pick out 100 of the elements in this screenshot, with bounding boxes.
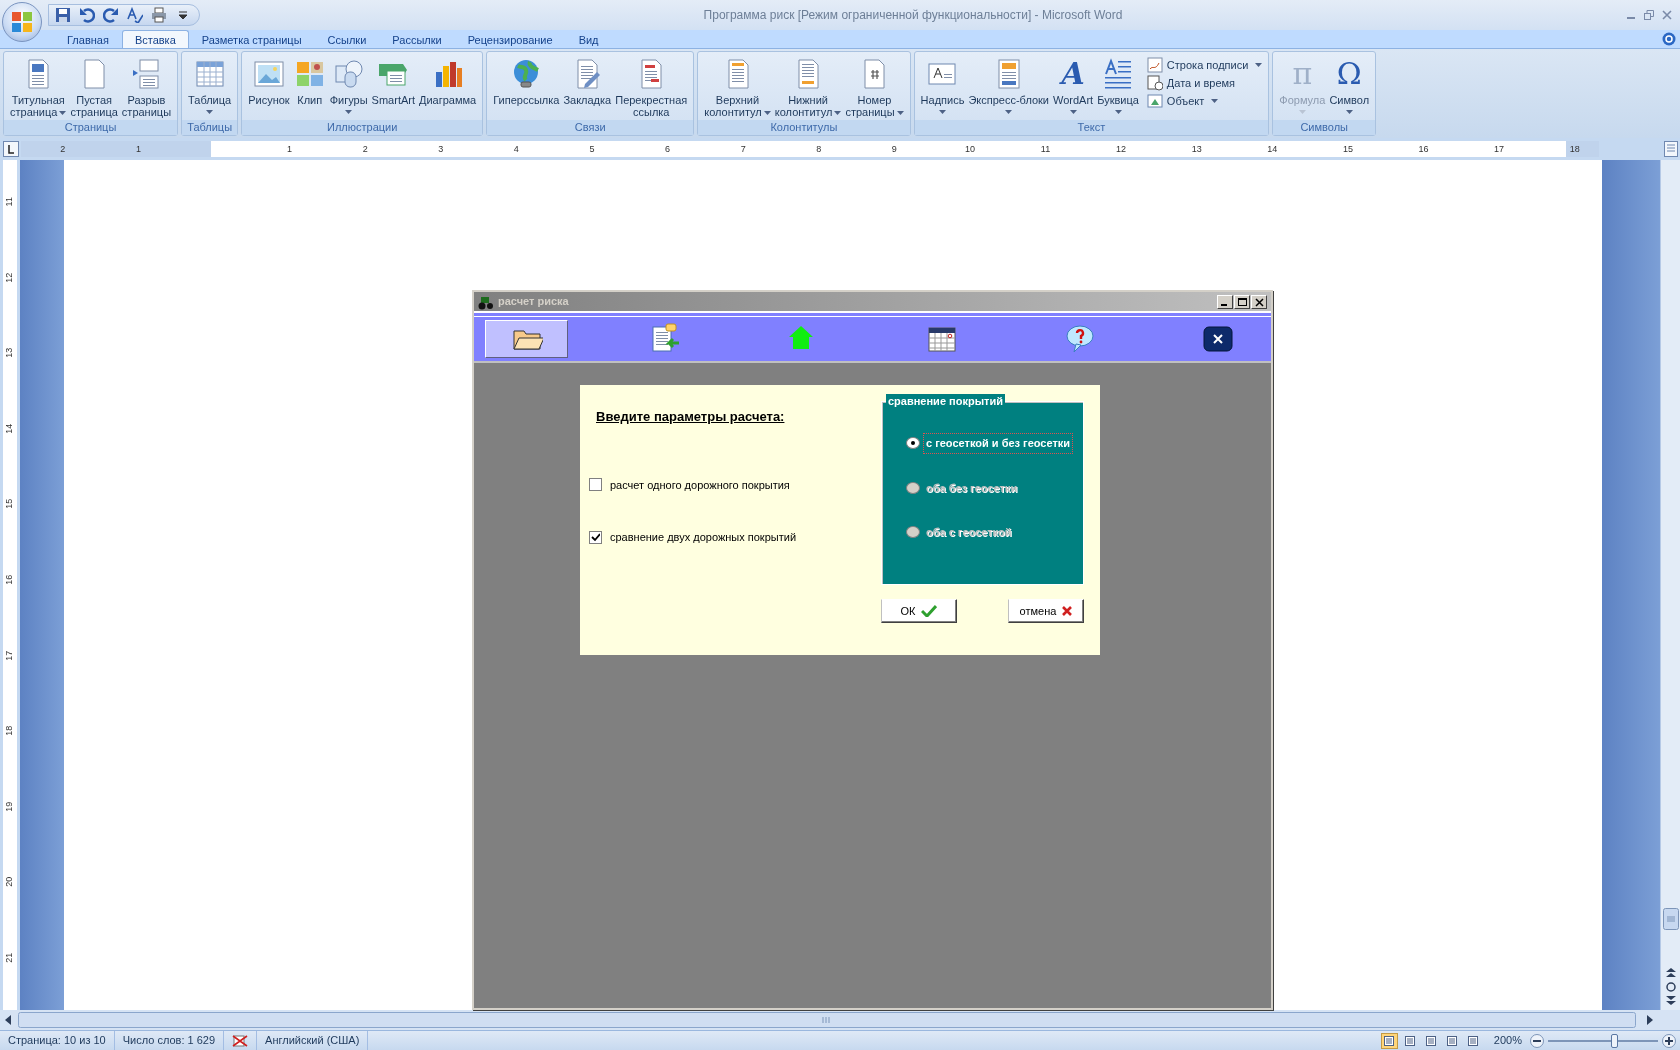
ribbon-button[interactable]: Верхний колонтитул [702,56,773,118]
ribbon-button[interactable]: Диаграмма [417,56,479,106]
ribbon-tab[interactable]: Разметка страницы [188,30,315,48]
dropdown-caret-icon[interactable] [1069,110,1077,114]
cancel-button[interactable]: отмена [1008,599,1084,623]
printer-icon[interactable] [151,7,167,23]
radio-label: оба с геосеткой [925,525,1013,540]
ribbon-tab[interactable]: Рецензирование [454,30,566,48]
vertical-scrollbar[interactable] [1660,160,1680,1010]
office-button[interactable] [2,2,42,42]
help-icon[interactable] [1662,32,1676,46]
undo-icon[interactable] [79,7,95,23]
horizontal-scrollbar[interactable] [0,1010,1680,1030]
checkbox[interactable] [589,530,602,544]
zoom-out-button[interactable] [1530,1033,1544,1048]
proofing-icon[interactable] [232,1033,249,1048]
zoom-level-text: 200% [1493,1033,1522,1049]
ruler-number: 5 [588,143,596,156]
dropdown-caret-icon[interactable] [206,110,214,114]
ribbon-button[interactable]: SmartArt [369,56,417,106]
ribbon-button[interactable]: Перекрестная ссылка [613,56,690,118]
ruler-number: 12 [3,272,16,283]
scroll-thumb-icon[interactable] [18,1012,1636,1028]
ribbon-button[interactable]: Ω Символ [1327,56,1372,114]
ribbon-button[interactable]: Гиперссылка [491,56,562,106]
ok-button[interactable]: ОК [881,599,957,623]
ribbon-button[interactable]: Буквица [1095,56,1141,114]
plus-icon [1665,1036,1673,1045]
page-view-icon [1404,1034,1417,1047]
ribbon-tab[interactable]: Вставка [121,30,189,48]
ribbon-button[interactable]: Клип [291,56,328,106]
ribbon-tab[interactable]: Ссылки [314,30,380,48]
ribbon-small-button[interactable]: Дата и время [1144,74,1265,92]
redo-icon[interactable] [103,7,119,23]
ruler-number: 10 [963,143,976,156]
scroll-thumb-icon[interactable] [1662,908,1679,930]
dropdown-caret-icon[interactable] [59,111,67,116]
dropdown-caret-icon[interactable] [1255,63,1263,67]
ruler-number: 11 [1039,143,1052,156]
ribbon-tab[interactable]: Вид [565,30,612,48]
calendar-clock-icon [1146,75,1163,91]
dropdown-caret-icon[interactable] [896,111,904,116]
save-icon[interactable] [55,7,71,23]
ribbon-button[interactable]: Закладка [561,56,614,106]
ribbon-tab[interactable]: Главная [54,30,122,48]
symbol-icon: Ω [1336,58,1362,90]
dropdown-caret-icon[interactable] [763,111,771,116]
ribbon-small-button[interactable]: Объект [1144,92,1265,110]
browse-object-icon[interactable] [1664,981,1677,993]
checkbox-label: сравнение двух дорожных покрытий [610,530,797,545]
radio-label: с геосеткой и без геосетки [924,434,1073,453]
view-button[interactable] [1380,1032,1398,1049]
group-label: Текст [914,120,1269,135]
check-icon [921,605,938,617]
ribbon-tab[interactable]: Рассылки [379,30,455,48]
ruler-number: 9 [890,143,898,156]
ruler-number: 12 [1115,143,1128,156]
status-text: Страница: 10 из 10 [0,1031,115,1050]
window-title: Программа риск [Режим ограниченной функциональности] - Microsoft Word [703,8,1123,22]
ribbon-button[interactable]: Титульная страница [8,56,69,118]
restore-icon[interactable] [1644,10,1654,20]
close-icon[interactable] [1252,295,1266,308]
dropdown-caret-icon[interactable] [939,110,946,114]
dropdown-caret-icon[interactable] [834,111,842,116]
ribbon-button[interactable]: Рисунок [246,56,292,106]
ribbon-button[interactable]: A WordArt [1051,56,1096,114]
dropdown-caret-icon[interactable] [345,110,353,114]
ribbon-button[interactable]: Фигуры [327,56,370,114]
close-icon [1202,323,1235,355]
spelling-icon[interactable] [127,7,143,23]
ruler-number: 21 [3,952,16,963]
dropdown-caret-icon[interactable] [1211,99,1219,103]
tab-stop-button-icon[interactable] [3,141,19,157]
dropdown-caret-icon[interactable] [1114,110,1122,114]
ribbon-button[interactable]: Экспресс-блоки [966,56,1051,114]
zoom-slider[interactable] [1548,1032,1658,1049]
toolbar-button[interactable] [485,320,568,358]
ribbon-small-button[interactable]: Строка подписи [1144,56,1265,74]
ruler-number: 11 [3,197,16,207]
ruler-number: 4 [512,143,520,156]
ruler-number: 16 [1417,143,1430,156]
picture-icon [252,58,285,90]
checkbox-label: расчет одного дорожного покрытия [610,477,790,493]
ribbon-button[interactable]: Нижний колонтитул [772,56,844,118]
radio-button[interactable] [906,437,920,450]
ribbon-button[interactable]: Номер страницы [843,56,906,118]
next-page-icon[interactable] [1664,996,1677,1006]
page-view-icon [1446,1034,1459,1047]
slider-thumb[interactable] [1611,1033,1618,1048]
dropdown-caret-icon[interactable] [1345,110,1353,114]
ribbon-button[interactable]: Таблица [186,56,234,114]
view-ruler-icon[interactable] [1664,141,1678,157]
ribbon-button[interactable]: Разрыв страницы [119,56,174,118]
ribbon-button[interactable]: Надпись [918,56,967,114]
zoom-in-button[interactable] [1662,1033,1676,1048]
status-text: Английский (США) [257,1031,369,1050]
checkbox[interactable] [589,478,602,492]
ribbon-button[interactable]: Пустая страница [68,56,120,118]
previous-page-icon[interactable] [1664,968,1677,978]
dropdown-caret-icon[interactable] [1005,110,1013,114]
